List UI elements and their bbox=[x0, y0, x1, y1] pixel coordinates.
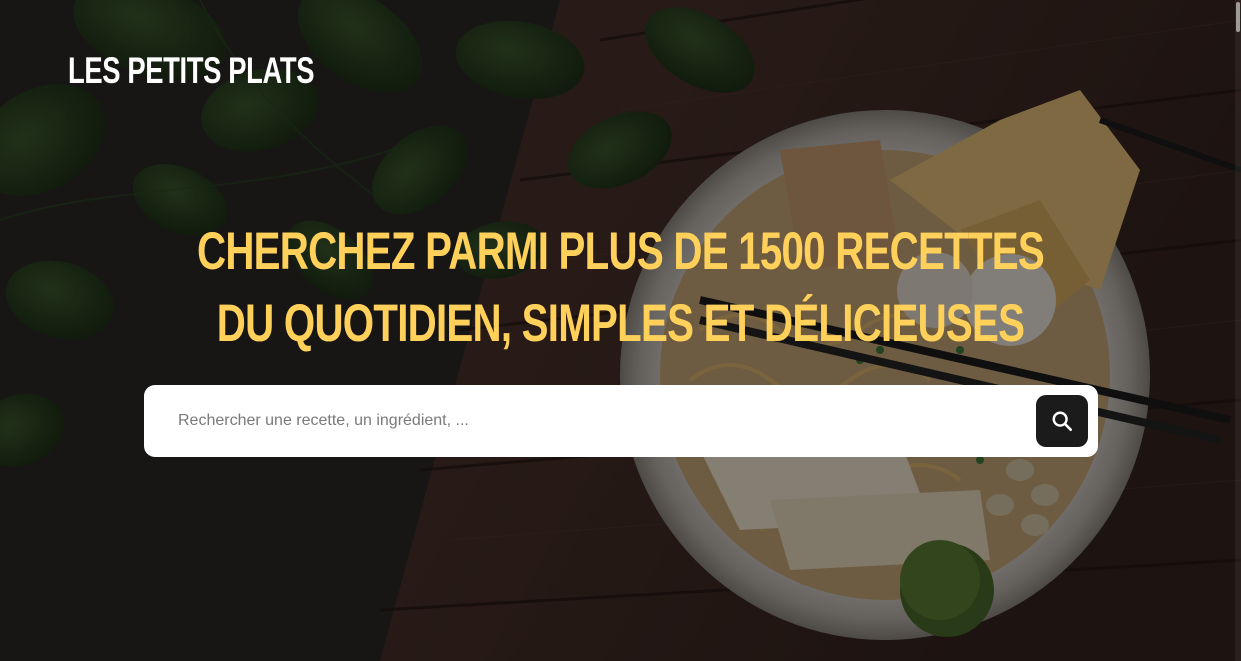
hero-headline: CHERCHEZ PARMI PLUS DE 1500 RECETTES DU … bbox=[0, 216, 1241, 360]
search-icon bbox=[1052, 411, 1072, 431]
search-bar bbox=[144, 385, 1098, 457]
site-logo[interactable]: LES PETITS PLATS bbox=[68, 50, 314, 92]
hero-headline-line-2: DU QUOTIDIEN, SIMPLES ET DÉLICIEUSES bbox=[216, 294, 1025, 353]
search-button[interactable] bbox=[1036, 395, 1088, 447]
search-input[interactable] bbox=[144, 385, 1024, 457]
page-scrollbar-thumb[interactable] bbox=[1236, 2, 1240, 32]
hero-section: LES PETITS PLATS CHERCHEZ PARMI PLUS DE … bbox=[0, 0, 1241, 661]
page-scrollbar[interactable] bbox=[1235, 0, 1241, 661]
hero-headline-line-1: CHERCHEZ PARMI PLUS DE 1500 RECETTES bbox=[196, 222, 1045, 281]
